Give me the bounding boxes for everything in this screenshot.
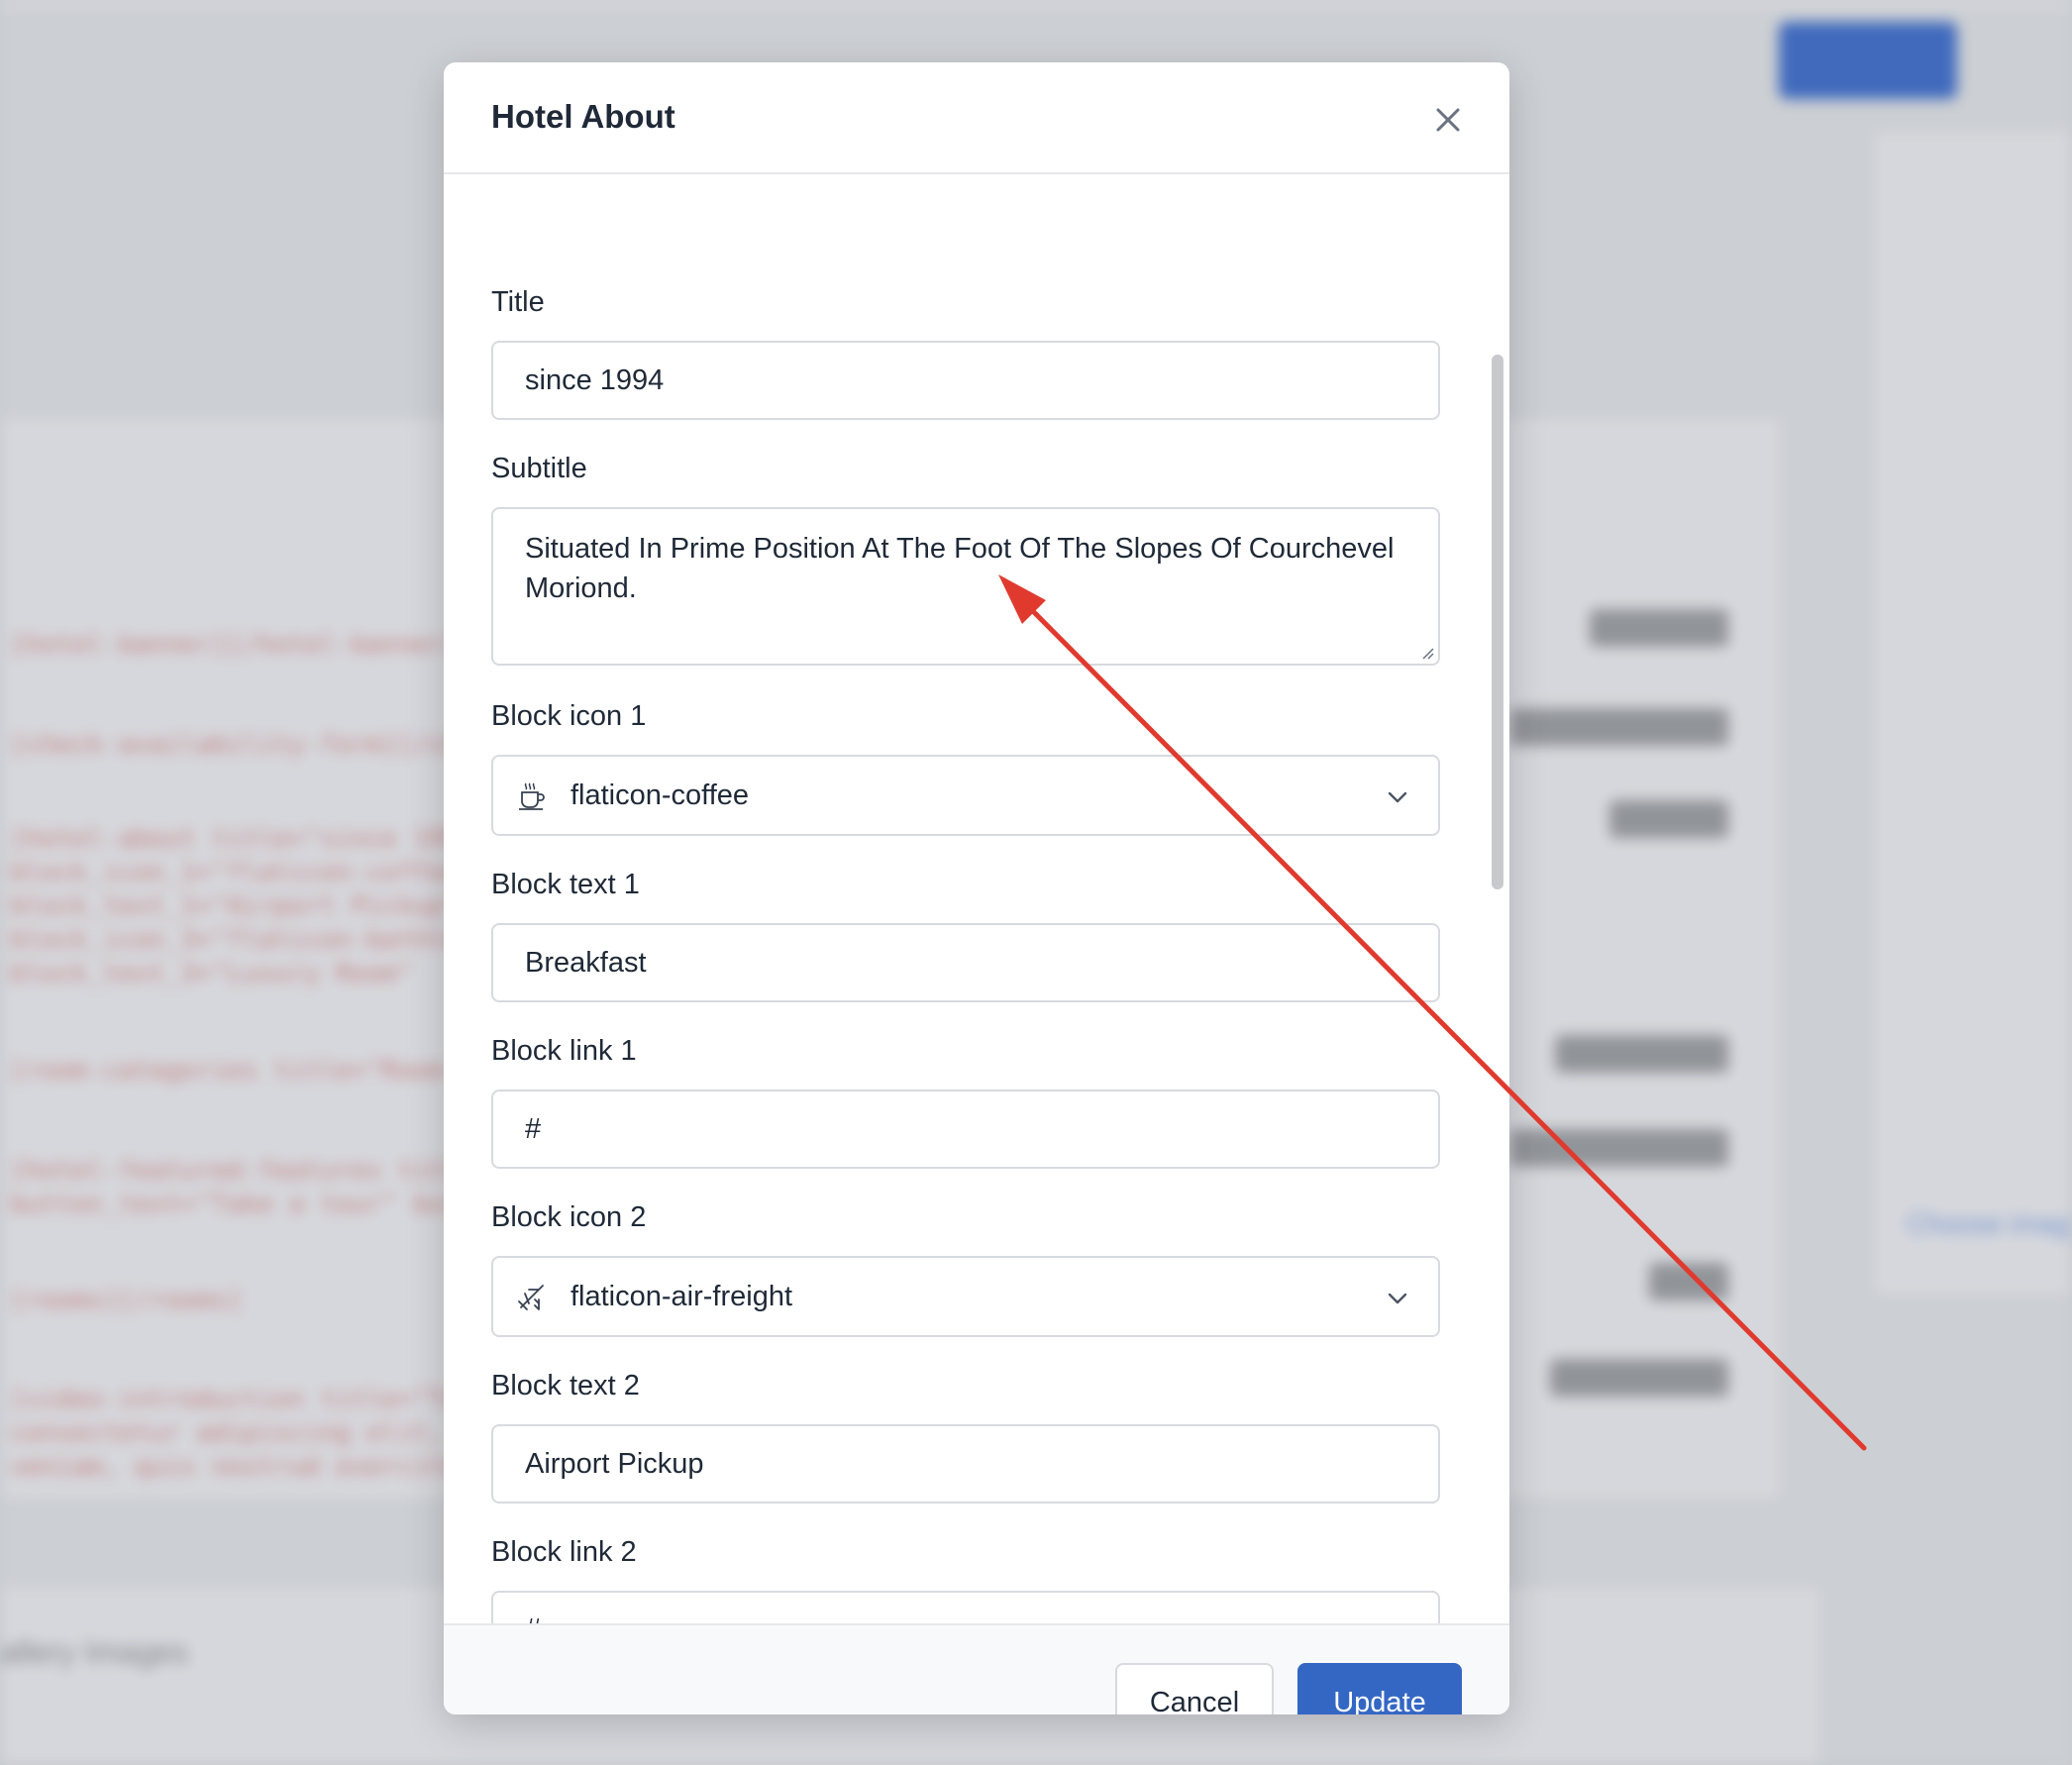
subtitle-text: Situated In Prime Position At The Foot O… bbox=[525, 533, 1395, 604]
title-field: Title since 1994 bbox=[491, 285, 1440, 420]
chevron-down-icon bbox=[1388, 1293, 1407, 1304]
block-text-2-field: Block text 2 Airport Pickup bbox=[491, 1369, 1440, 1504]
hotel-about-modal: Hotel About Title since 1994 Subtitle Si… bbox=[444, 62, 1509, 1714]
chevron-down-icon bbox=[1388, 791, 1407, 803]
coffee-icon bbox=[519, 782, 545, 810]
modal-scrollbar[interactable] bbox=[1492, 355, 1503, 889]
subtitle-label: Subtitle bbox=[491, 453, 587, 484]
block-icon-1-field: Block icon 1 flaticon-coffee bbox=[491, 699, 1440, 836]
block-text-1-label: Block text 1 bbox=[491, 869, 640, 900]
block-link-1-field: Block link 1 # bbox=[491, 1034, 1440, 1169]
close-button[interactable] bbox=[1426, 98, 1470, 142]
block-icon-2-field: Block icon 2 flaticon-air-freight bbox=[491, 1200, 1440, 1337]
subtitle-field: Subtitle Situated In Prime Position At T… bbox=[491, 452, 1440, 666]
block-icon-2-label: Block icon 2 bbox=[491, 1201, 647, 1233]
block-icon-1-label: Block icon 1 bbox=[491, 700, 647, 732]
block-icon-2-value: flaticon-air-freight bbox=[570, 1280, 793, 1312]
update-button[interactable]: Update bbox=[1297, 1663, 1462, 1714]
block-text-2-input[interactable]: Airport Pickup bbox=[491, 1424, 1440, 1504]
block-link-2-input[interactable]: # bbox=[491, 1591, 1440, 1623]
resize-grip-icon[interactable] bbox=[1418, 644, 1434, 660]
block-link-2-label: Block link 2 bbox=[491, 1536, 637, 1568]
block-text-1-field: Block text 1 Breakfast bbox=[491, 868, 1440, 1002]
subtitle-textarea[interactable]: Situated In Prime Position At The Foot O… bbox=[491, 507, 1440, 666]
modal-title: Hotel About bbox=[491, 98, 675, 135]
block-text-1-input[interactable]: Breakfast bbox=[491, 923, 1440, 1002]
close-icon bbox=[1436, 108, 1460, 132]
block-icon-1-value: flaticon-coffee bbox=[570, 779, 750, 811]
block-link-2-field: Block link 2 # bbox=[491, 1535, 1440, 1623]
cancel-button[interactable]: Cancel bbox=[1115, 1663, 1274, 1714]
block-text-2-label: Block text 2 bbox=[491, 1370, 640, 1402]
block-icon-2-select[interactable]: flaticon-air-freight bbox=[491, 1256, 1440, 1337]
title-input[interactable]: since 1994 bbox=[491, 341, 1440, 420]
modal-header: Hotel About bbox=[444, 62, 1509, 174]
block-icon-1-select[interactable]: flaticon-coffee bbox=[491, 755, 1440, 836]
block-link-1-input[interactable]: # bbox=[491, 1090, 1440, 1169]
title-label: Title bbox=[491, 286, 545, 318]
block-link-1-label: Block link 1 bbox=[491, 1035, 637, 1067]
modal-body[interactable]: Title since 1994 Subtitle Situated In Pr… bbox=[444, 174, 1509, 1623]
air-freight-icon bbox=[518, 1285, 544, 1310]
modal-footer: Cancel Update bbox=[444, 1623, 1509, 1714]
